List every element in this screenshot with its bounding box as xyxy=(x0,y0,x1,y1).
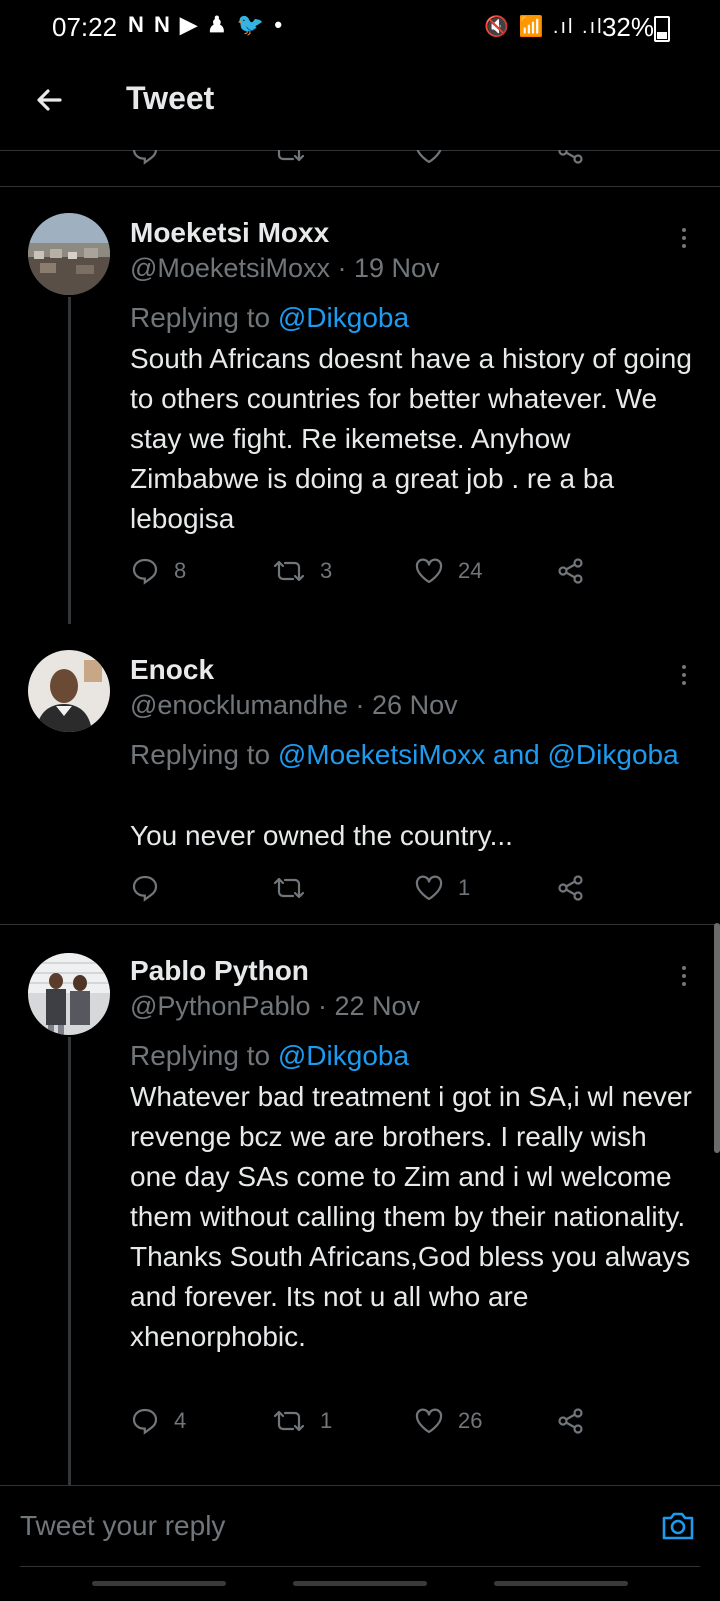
share-button[interactable] xyxy=(556,551,600,591)
battery-percent: 32% xyxy=(601,12,654,42)
input-underline xyxy=(20,1566,700,1567)
avatar[interactable] xyxy=(28,213,110,295)
tweet-actions: 4 1 26 xyxy=(130,1401,610,1441)
reply-button[interactable]: 4 xyxy=(130,1401,186,1441)
like-count: 24 xyxy=(458,558,483,583)
avatar[interactable] xyxy=(28,650,110,732)
thread-line xyxy=(68,297,71,624)
like-count: 26 xyxy=(458,1408,483,1433)
share-button[interactable] xyxy=(556,868,600,908)
app-bar: Tweet xyxy=(0,56,720,151)
share-icon xyxy=(558,1408,583,1434)
back-arrow-icon[interactable] xyxy=(28,78,72,122)
avatar[interactable] xyxy=(28,953,110,1035)
share-icon[interactable] xyxy=(556,150,586,166)
reply-icon xyxy=(132,558,158,585)
retweet-icon xyxy=(273,877,305,899)
reply-count: 8 xyxy=(174,558,187,583)
retweet-count: 3 xyxy=(320,558,333,583)
retweet-button[interactable]: 1 xyxy=(272,1401,332,1441)
more-options-icon[interactable] xyxy=(676,225,692,259)
like-icon xyxy=(415,1408,443,1434)
status-time: 07:22 xyxy=(52,12,118,42)
tweet-enock[interactable]: Enock @enocklumandhe · 26 Nov Replying t… xyxy=(0,624,720,924)
retweet-icon[interactable] xyxy=(272,150,306,166)
mention-link[interactable]: @MoeketsiMoxx and @Dikgoba xyxy=(278,739,679,770)
tweet-pablo[interactable]: Pablo Python @PythonPablo · 22 Nov Reply… xyxy=(0,925,720,1485)
more-options-icon[interactable] xyxy=(676,963,692,997)
like-button[interactable]: 26 xyxy=(414,1401,482,1441)
mention-link[interactable]: @Dikgoba xyxy=(278,1040,409,1071)
retweet-button[interactable]: 3 xyxy=(272,551,332,591)
share-icon xyxy=(558,558,583,584)
reply-composer: Tweet your reply xyxy=(0,1485,720,1601)
retweet-icon xyxy=(273,560,305,582)
system-icons: 🔇 📶 .ıl .ıl xyxy=(484,16,604,38)
like-button[interactable]: 1 xyxy=(414,868,470,908)
reply-input[interactable]: Tweet your reply xyxy=(20,1510,660,1550)
like-icon xyxy=(415,558,443,584)
battery-icon xyxy=(654,16,670,42)
reply-count: 4 xyxy=(174,1408,187,1433)
share-icon xyxy=(558,875,583,901)
tweet-actions: 1 xyxy=(130,868,610,908)
tweet-text: Whatever bad treatment i got in SA,i wl … xyxy=(130,1081,692,1352)
retweet-count: 1 xyxy=(320,1408,333,1433)
reply-icon[interactable] xyxy=(130,150,160,166)
nav-back-button[interactable] xyxy=(494,1581,628,1586)
retweet-icon xyxy=(273,1410,305,1432)
more-options-icon[interactable] xyxy=(676,662,692,696)
author-handle-date[interactable]: @MoeketsiMoxx · 19 Nov xyxy=(130,253,440,284)
previous-tweet-actions xyxy=(0,150,720,187)
like-icon xyxy=(415,875,443,901)
reply-button[interactable] xyxy=(130,868,174,908)
mention-link[interactable]: @Dikgoba xyxy=(278,302,409,333)
retweet-button[interactable] xyxy=(272,868,320,908)
replying-to: Replying to @Dikgoba xyxy=(130,1040,410,1071)
nav-home-button[interactable] xyxy=(293,1581,427,1586)
reply-button[interactable]: 8 xyxy=(130,551,186,591)
like-icon[interactable] xyxy=(414,150,444,166)
tweet-text: South Africans doesnt have a history of … xyxy=(130,343,692,534)
tweet-actions: 8 3 24 xyxy=(130,551,610,591)
author-handle-date[interactable]: @PythonPablo · 22 Nov xyxy=(130,991,420,1022)
author-name[interactable]: Moeketsi Moxx xyxy=(130,217,329,249)
scrollbar[interactable] xyxy=(714,923,720,1153)
status-bar: 07:22 N N ▶ ♟ 🐦 • 🔇 📶 .ıl .ıl 32% xyxy=(0,0,720,56)
thread-line xyxy=(68,1037,71,1485)
system-nav-bar xyxy=(0,1581,720,1587)
author-handle-date[interactable]: @enocklumandhe · 26 Nov xyxy=(130,690,458,721)
share-button[interactable] xyxy=(556,1401,600,1441)
replying-to: Replying to @Dikgoba xyxy=(130,302,410,333)
author-name[interactable]: Pablo Python xyxy=(130,955,309,987)
like-count: 1 xyxy=(458,875,471,900)
like-button[interactable]: 24 xyxy=(414,551,482,591)
nav-recent-button[interactable] xyxy=(92,1581,226,1586)
reply-icon xyxy=(132,875,158,902)
camera-icon[interactable] xyxy=(658,1506,698,1546)
page-title: Tweet xyxy=(126,80,215,116)
tweet-text: You never owned the country... xyxy=(130,820,513,851)
reply-icon xyxy=(132,1408,158,1435)
notification-icons: N N ▶ ♟ 🐦 • xyxy=(128,12,285,37)
replying-to: Replying to @MoeketsiMoxx and @Dikgoba xyxy=(130,739,679,770)
author-name[interactable]: Enock xyxy=(130,654,214,686)
tweet-moeketsi[interactable]: Moeketsi Moxx @MoeketsiMoxx · 19 Nov Rep… xyxy=(0,187,720,624)
